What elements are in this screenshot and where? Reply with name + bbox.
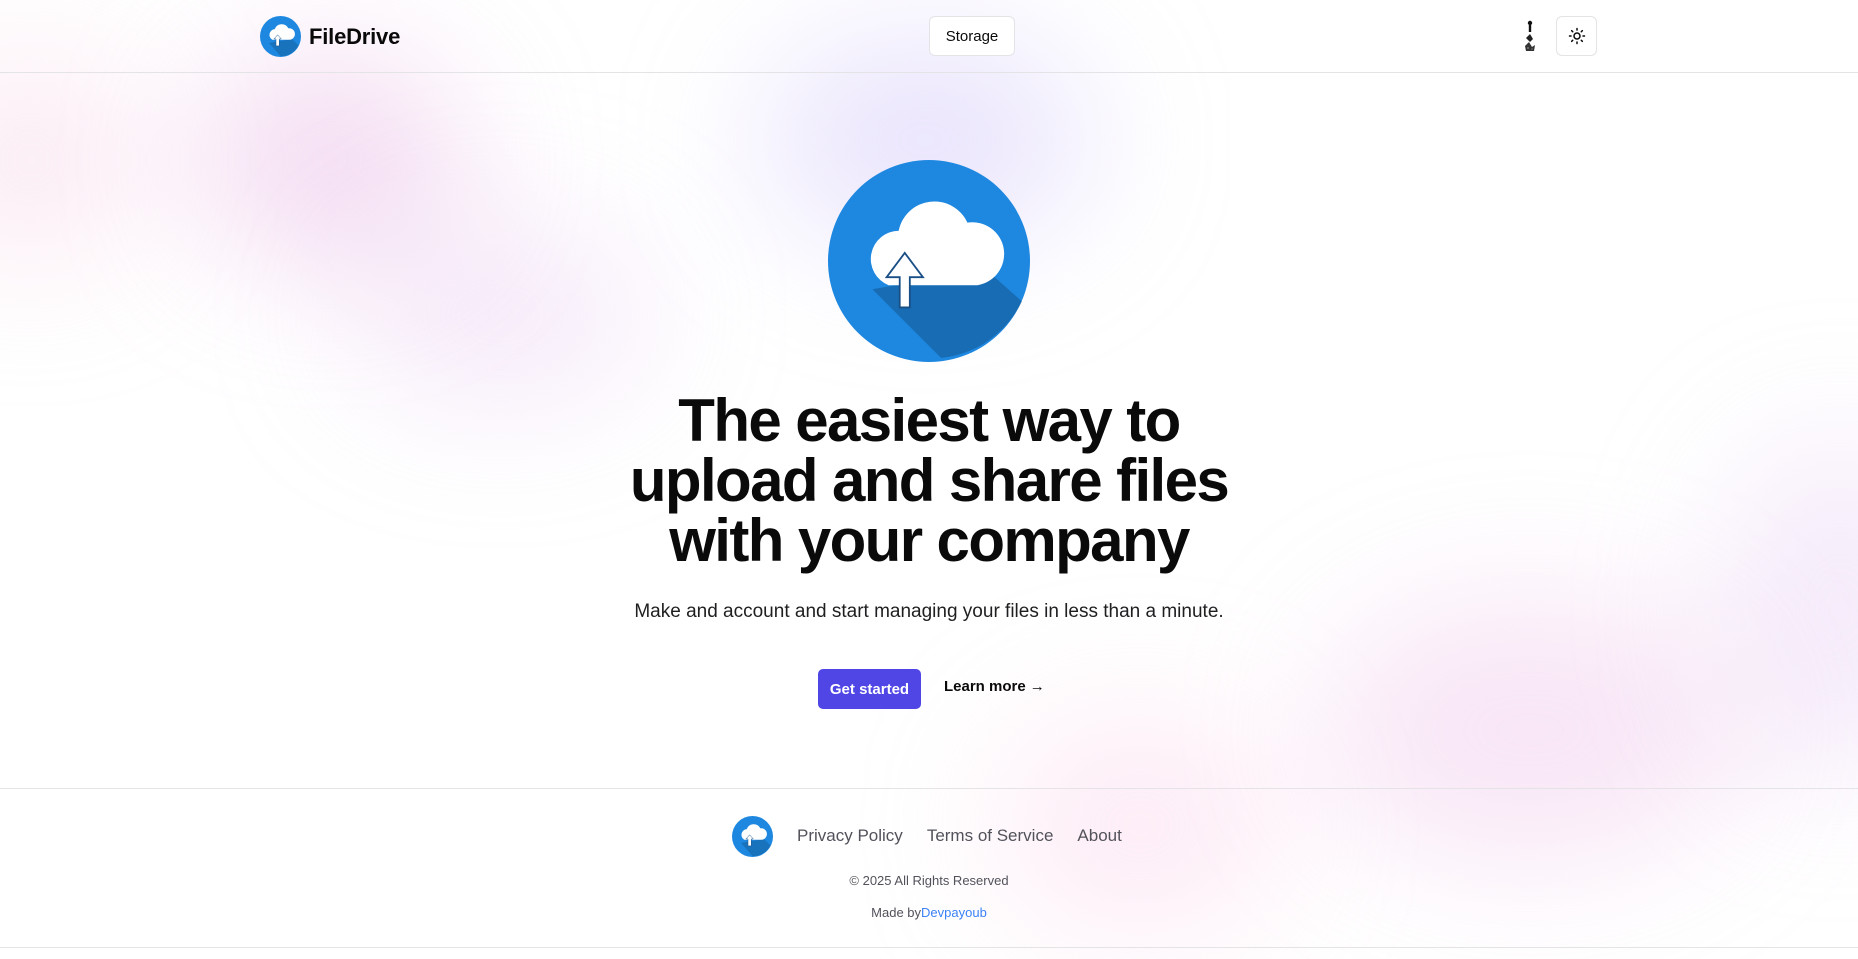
learn-more-link[interactable]: Learn more →: [944, 678, 1045, 695]
terms-of-service-link[interactable]: Terms of Service: [927, 826, 1054, 846]
brand-name: FileDrive: [309, 23, 401, 49]
get-started-button[interactable]: Get started: [818, 669, 921, 709]
brand-home-link[interactable]: FileDrive: [260, 16, 400, 57]
footer-links: Privacy Policy Terms of Service About: [797, 826, 1122, 846]
made-by-text: Made byDevpayoub: [0, 905, 1858, 920]
hero-subtitle: Make and account and start managing your…: [634, 601, 1224, 622]
arrow-right-icon: →: [1029, 678, 1045, 695]
hero-title-line: The easiest way to: [678, 387, 1181, 454]
hero-title-line: upload and share files: [629, 447, 1230, 514]
storage-button[interactable]: Storage: [929, 16, 1015, 56]
top-navbar: FileDrive Storage: [0, 0, 1858, 73]
site-footer: Privacy Policy Terms of Service About © …: [0, 788, 1858, 948]
cloud-upload-icon: [828, 160, 1030, 362]
author-link[interactable]: Devpayoub: [921, 905, 987, 920]
user-avatar[interactable]: [1518, 18, 1542, 54]
learn-more-label: Learn more: [944, 678, 1026, 695]
theme-toggle-button[interactable]: [1556, 16, 1597, 56]
hero-title: The easiest way to upload and share file…: [529, 391, 1329, 571]
privacy-policy-link[interactable]: Privacy Policy: [797, 826, 903, 846]
hero-title-line: with your company: [669, 507, 1190, 574]
about-link[interactable]: About: [1077, 826, 1121, 846]
copyright-text: © 2025 All Rights Reserved: [849, 873, 1009, 888]
cloud-upload-icon: [732, 816, 773, 857]
sun-icon: [1568, 27, 1585, 45]
made-by-prefix: Made by: [871, 905, 922, 920]
cloud-upload-icon: [260, 16, 301, 57]
